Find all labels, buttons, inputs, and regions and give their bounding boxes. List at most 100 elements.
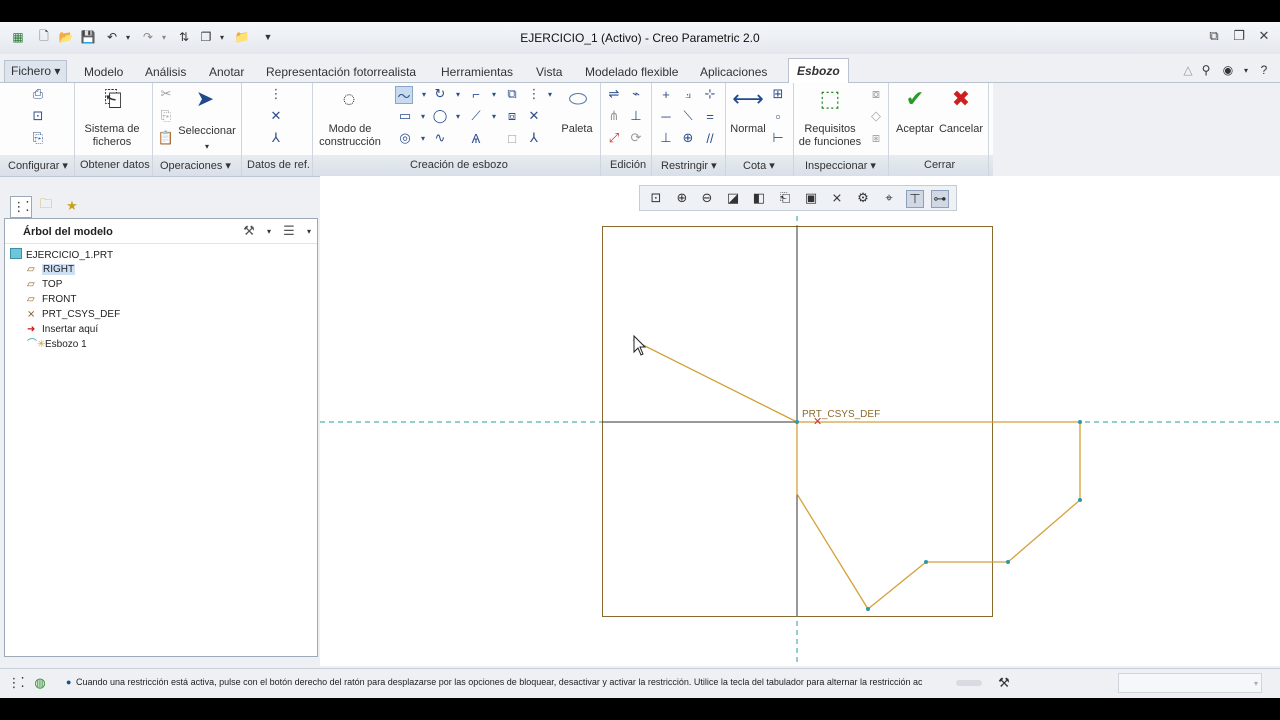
- arc-dropdown-icon[interactable]: ▾: [450, 86, 466, 102]
- graphics-area[interactable]: ✕ PRT_CSYS_DEF: [320, 176, 1280, 666]
- line-dropdown-icon[interactable]: ▾: [416, 86, 432, 102]
- equal-constraint-icon[interactable]: =: [702, 108, 718, 124]
- group-operaciones[interactable]: Operaciones ▾: [160, 159, 231, 172]
- community-icon[interactable]: ◉: [1220, 62, 1236, 78]
- tab-representacion[interactable]: Representación fotorrealista: [264, 62, 418, 82]
- requisitos-button[interactable]: Requisitos de funciones: [798, 123, 862, 149]
- constraint-display-icon[interactable]: ⊤: [906, 190, 924, 208]
- folder-browser-tab-icon[interactable]: 🗀: [36, 196, 56, 216]
- highlight-open-ends-icon[interactable]: ◇: [868, 108, 884, 124]
- perimeter-icon[interactable]: ⊞: [770, 86, 786, 102]
- paleta-button[interactable]: Paleta: [556, 123, 598, 136]
- arc-icon[interactable]: ↻: [432, 86, 448, 102]
- search-icon[interactable]: ⚲: [1198, 62, 1214, 78]
- zoom-out-icon[interactable]: ⊖: [699, 190, 715, 206]
- delete-segment-icon[interactable]: ⌁: [628, 86, 644, 102]
- offset-icon[interactable]: ⧉: [504, 86, 520, 102]
- chamfer-icon[interactable]: ⟋: [468, 108, 484, 124]
- parallel-constraint-icon[interactable]: //: [702, 130, 718, 146]
- filter-dropdown[interactable]: [1118, 673, 1262, 693]
- rectangle-icon[interactable]: ▭: [397, 108, 413, 124]
- paste-icon[interactable]: 📋: [158, 130, 174, 146]
- tab-anotar[interactable]: Anotar: [207, 62, 246, 82]
- fillet-icon[interactable]: ⌐: [468, 86, 484, 102]
- close-icon[interactable]: ✕: [1255, 28, 1273, 46]
- tree-item-insert-here[interactable]: ➜ Insertar aquí: [27, 323, 98, 337]
- tree-settings-dropdown-icon[interactable]: ▾: [261, 223, 277, 239]
- favorites-tab-icon[interactable]: ★: [62, 196, 82, 216]
- chamfer-dropdown-icon[interactable]: ▾: [486, 108, 502, 124]
- sketch-canvas[interactable]: ✕ PRT_CSYS_DEF: [320, 176, 1280, 666]
- tab-modelado-flexible[interactable]: Modelado flexible: [583, 62, 680, 82]
- view-manager-icon[interactable]: ▣: [803, 190, 819, 206]
- refit-icon[interactable]: ⊡: [648, 190, 664, 206]
- seleccionar-dropdown-icon[interactable]: ▾: [199, 138, 215, 154]
- cancelar-button[interactable]: Cancelar: [936, 123, 986, 136]
- modify-icon[interactable]: ⇌: [606, 86, 622, 102]
- baseline-icon[interactable]: ▫: [770, 108, 786, 124]
- repaint-icon[interactable]: ◪: [725, 190, 741, 206]
- tree-show-icon[interactable]: ☰: [281, 223, 297, 239]
- circle-dropdown-icon[interactable]: ▾: [415, 130, 431, 146]
- centerline-icon[interactable]: ⋮: [268, 86, 284, 102]
- display-style-icon[interactable]: ◧: [751, 190, 767, 206]
- circle-icon[interactable]: ◎: [397, 130, 413, 146]
- tab-fichero[interactable]: Fichero ▾: [4, 60, 68, 82]
- maximize-icon[interactable]: ❐: [1230, 28, 1248, 46]
- reference-dimension-icon[interactable]: ⊢: [770, 130, 786, 146]
- tree-item-sketch[interactable]: ⌒✳Esbozo 1: [27, 338, 87, 352]
- tree-item-part[interactable]: EJERCICIO_1.PRT: [10, 248, 113, 262]
- divide-icon[interactable]: ⤢: [606, 130, 622, 146]
- group-restringir[interactable]: Restringir ▾: [661, 159, 717, 172]
- seleccionar-button[interactable]: Seleccionar: [176, 125, 238, 138]
- zoom-in-icon[interactable]: ⊕: [674, 190, 690, 206]
- line-icon[interactable]: 〜: [395, 86, 413, 104]
- vertex-display-icon[interactable]: ⊶: [931, 190, 949, 208]
- tree-item-right[interactable]: ▱ RIGHT: [27, 263, 76, 277]
- tab-analisis[interactable]: Análisis: [143, 62, 188, 82]
- sketch-csys-icon[interactable]: ⅄: [526, 130, 542, 146]
- browser-toggle-icon[interactable]: ◍: [32, 675, 48, 691]
- ellipse-dropdown-icon[interactable]: ▾: [450, 108, 466, 124]
- group-configurar[interactable]: Configurar ▾: [8, 159, 68, 172]
- sketch-point-icon[interactable]: ✕: [526, 108, 542, 124]
- coincident-constraint-icon[interactable]: ⟍: [680, 108, 696, 124]
- fillet-dropdown-icon[interactable]: ▾: [486, 86, 502, 102]
- spline-icon[interactable]: ∿: [432, 130, 448, 146]
- tree-item-front[interactable]: ▱ FRONT: [27, 293, 76, 307]
- annotation-display-icon[interactable]: ⚙: [855, 190, 871, 206]
- mirror-icon[interactable]: ⋔: [606, 108, 622, 124]
- overlapping-geometry-icon[interactable]: ⧇: [868, 86, 884, 102]
- community-dropdown-icon[interactable]: ▾: [1238, 62, 1254, 78]
- sketch-view-icon[interactable]: ⎘: [30, 130, 46, 146]
- filter-dropdown-icon[interactable]: ▾: [1248, 675, 1264, 691]
- tree-item-csys[interactable]: ⨯ PRT_CSYS_DEF: [27, 308, 120, 322]
- corner-icon[interactable]: ⊥: [628, 108, 644, 124]
- shade-closed-loops-icon[interactable]: ⧆: [868, 130, 884, 146]
- tab-modelo[interactable]: Modelo: [82, 62, 125, 82]
- tree-item-top[interactable]: ▱ TOP: [27, 278, 62, 292]
- rotate-resize-icon[interactable]: ⟳: [628, 130, 644, 146]
- sistema-ficheros-button[interactable]: Sistema de ficheros: [80, 123, 144, 149]
- coordinate-system-icon[interactable]: ⅄: [268, 130, 284, 146]
- tree-show-dropdown-icon[interactable]: ▾: [301, 223, 317, 239]
- saved-orientations-icon[interactable]: ⎗: [777, 190, 793, 206]
- horizontal-constraint-icon[interactable]: ─: [658, 108, 674, 124]
- selection-filter-icon[interactable]: ⚒: [996, 675, 1012, 691]
- symmetric-constraint-icon[interactable]: ⊕: [680, 130, 696, 146]
- datum-display-icon[interactable]: ⨯: [829, 190, 845, 206]
- help-icon[interactable]: ?: [1256, 62, 1272, 78]
- text-icon[interactable]: Ѧ: [468, 130, 484, 146]
- perpendicular-constraint-icon[interactable]: ⊥: [658, 130, 674, 146]
- tab-herramientas[interactable]: Herramientas: [439, 62, 515, 82]
- midpoint-constraint-icon[interactable]: ⊹: [702, 86, 718, 102]
- tab-aplicaciones[interactable]: Aplicaciones: [698, 62, 769, 82]
- aceptar-button[interactable]: Aceptar: [892, 123, 938, 136]
- tab-esbozo[interactable]: Esbozo: [788, 58, 849, 84]
- tangent-constraint-icon[interactable]: ⟓: [680, 86, 696, 102]
- copy-icon[interactable]: ⎘: [158, 108, 174, 124]
- vertical-constraint-icon[interactable]: +: [658, 86, 674, 102]
- modo-construccion-button[interactable]: Modo de construcción: [314, 123, 386, 149]
- references-icon[interactable]: ⊡: [30, 108, 46, 124]
- navigator-toggle-icon[interactable]: ⋮⁚: [7, 675, 24, 691]
